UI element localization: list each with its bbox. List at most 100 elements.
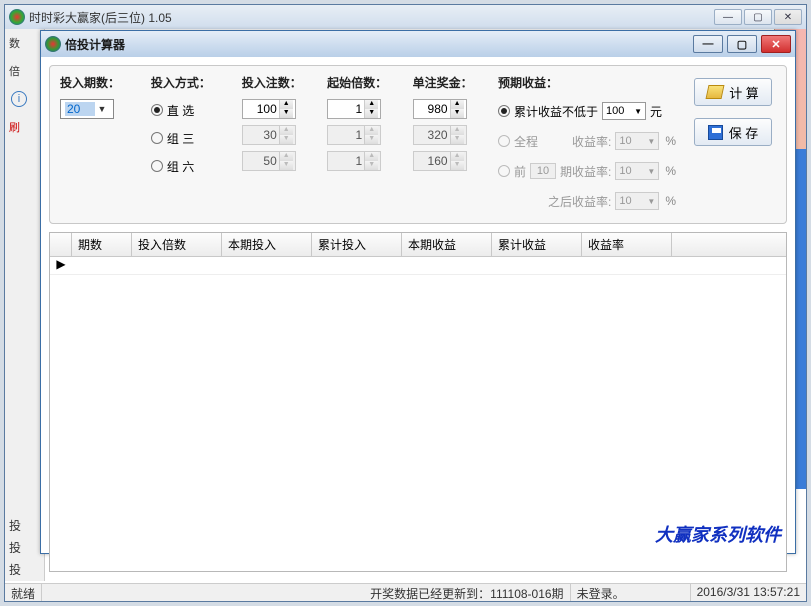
dialog-title: 倍投计算器 [65, 36, 693, 53]
below-item: 投 [9, 537, 21, 559]
dialog-minimize-button[interactable]: — [693, 35, 723, 53]
col-current-invest[interactable]: 本期投入 [222, 233, 312, 256]
radio-icon [498, 165, 510, 177]
calculator-dialog: 倍投计算器 — ▢ ✕ 投入期数： 20 ▼ 投入方式： 直 选 组 三 组 六 [40, 30, 796, 554]
method-zuliu[interactable]: 组 六 [151, 155, 224, 177]
spin-up-icon: ▲ [364, 126, 378, 135]
spin-up-icon: ▲ [450, 126, 464, 135]
footer-brand: 大赢家系列软件 [655, 521, 781, 547]
statusbar: 就绪 开奖数据已经更新到：111108-016期 未登录。 2016/3/31 … [5, 583, 806, 601]
main-titlebar: 时时彩大赢家(后三位) 1.05 — ▢ ✕ [5, 5, 806, 29]
col-yield-rate[interactable]: 收益率 [582, 233, 672, 256]
yield-col: 预期收益： 累计收益不低于 100▼ 元 全程 收益率: 10▼ % 前 [498, 74, 676, 213]
radio-icon [151, 160, 163, 172]
main-title: 时时彩大赢家(后三位) 1.05 [29, 9, 714, 26]
chevron-down-icon: ▼ [647, 197, 655, 206]
prize-zusan-spinner: ▲▼ [413, 125, 467, 145]
periods-col: 投入期数： 20 ▼ [60, 74, 133, 213]
periods-label: 投入期数： [60, 74, 133, 91]
main-minimize-button[interactable]: — [714, 9, 742, 25]
spin-up-icon: ▲ [279, 152, 293, 161]
settings-group: 投入期数： 20 ▼ 投入方式： 直 选 组 三 组 六 投入注数： ▲▼ ▲▼… [49, 65, 787, 224]
spin-down-icon: ▼ [364, 161, 378, 170]
left-item[interactable]: 倍 [5, 57, 44, 85]
radio-icon [151, 132, 163, 144]
bets-zhixuan-spinner[interactable]: ▲▼ [242, 99, 296, 119]
yield-opt3-n: 10 [530, 163, 556, 179]
startmul-col: 起始倍数： ▲▼ ▲▼ ▲▼ [327, 74, 394, 213]
col-total-profit[interactable]: 累计收益 [492, 233, 582, 256]
radio-icon [498, 105, 510, 117]
spin-up-icon: ▲ [450, 152, 464, 161]
col-multiplier[interactable]: 投入倍数 [132, 233, 222, 256]
yield-opt4: 之后收益率: 10▼ % [498, 189, 676, 213]
row-pointer-icon: ▶ [50, 257, 72, 274]
info-icon[interactable]: i [11, 91, 27, 107]
spin-up-icon[interactable]: ▲ [450, 100, 464, 109]
left-red[interactable]: 刷 [5, 113, 44, 141]
col-period[interactable]: 期数 [72, 233, 132, 256]
bets-zusan-spinner: ▲▼ [242, 125, 296, 145]
save-icon [708, 125, 723, 140]
dialog-close-button[interactable]: ✕ [761, 35, 791, 53]
radio-icon [151, 104, 163, 116]
yield-opt1-select[interactable]: 100▼ [602, 102, 646, 120]
radio-icon [498, 135, 510, 147]
main-maximize-button[interactable]: ▢ [744, 9, 772, 25]
prize-zhixuan-spinner[interactable]: ▲▼ [413, 99, 467, 119]
prize-label: 单注奖金： [413, 74, 473, 91]
spin-down-icon: ▼ [364, 135, 378, 144]
spin-down-icon: ▼ [450, 161, 464, 170]
method-zusan[interactable]: 组 三 [151, 127, 224, 149]
startmul-label: 起始倍数： [327, 74, 387, 91]
spin-down-icon: ▼ [450, 135, 464, 144]
spin-down-icon[interactable]: ▼ [279, 109, 293, 118]
prize-zuliu-spinner: ▲▼ [413, 151, 467, 171]
table-row[interactable]: ▶ [50, 257, 786, 275]
bets-col: 投入注数： ▲▼ ▲▼ ▲▼ [242, 74, 309, 213]
left-item[interactable]: 数 [5, 29, 44, 57]
startmul-zhixuan-spinner[interactable]: ▲▼ [327, 99, 381, 119]
startmul-zuliu-spinner: ▲▼ [327, 151, 381, 171]
yield-opt2-select: 10▼ [615, 132, 659, 150]
col-current-profit[interactable]: 本期收益 [402, 233, 492, 256]
app-icon [9, 9, 25, 25]
spin-up-icon[interactable]: ▲ [279, 100, 293, 109]
periods-value: 20 [65, 102, 95, 116]
below-left: 投 投 投 [9, 515, 21, 581]
spin-up-icon[interactable]: ▲ [364, 100, 378, 109]
spin-down-icon: ▼ [279, 161, 293, 170]
spin-down-icon[interactable]: ▼ [364, 109, 378, 118]
method-label: 投入方式： [151, 74, 224, 91]
method-col: 投入方式： 直 选 组 三 组 六 [151, 74, 224, 213]
col-total-invest[interactable]: 累计投入 [312, 233, 402, 256]
chevron-down-icon: ▼ [647, 167, 655, 176]
yield-opt3[interactable]: 前 10 期收益率: 10▼ % [498, 159, 676, 183]
calc-button[interactable]: 计 算 [694, 78, 772, 106]
left-pane: 数 倍 i 刷 [5, 29, 45, 581]
spin-down-icon: ▼ [279, 135, 293, 144]
method-zhixuan[interactable]: 直 选 [151, 99, 224, 121]
startmul-zusan-spinner: ▲▼ [327, 125, 381, 145]
chevron-down-icon: ▼ [647, 137, 655, 146]
yield-opt4-select: 10▼ [615, 192, 659, 210]
yield-opt3-select: 10▼ [615, 162, 659, 180]
row-header-stub [50, 233, 72, 256]
below-item: 投 [9, 559, 21, 581]
main-close-button[interactable]: ✕ [774, 9, 802, 25]
status-time: 2016/3/31 13:57:21 [691, 584, 806, 601]
yield-opt2[interactable]: 全程 收益率: 10▼ % [498, 129, 676, 153]
bets-label: 投入注数： [242, 74, 302, 91]
spin-down-icon[interactable]: ▼ [450, 109, 464, 118]
chevron-down-icon: ▼ [634, 107, 642, 116]
status-update: 开奖数据已经更新到：111108-016期 [364, 584, 570, 601]
save-button[interactable]: 保 存 [694, 118, 772, 146]
spin-up-icon: ▲ [279, 126, 293, 135]
calc-icon [706, 85, 725, 99]
dialog-maximize-button[interactable]: ▢ [727, 35, 757, 53]
dialog-icon [45, 36, 61, 52]
yield-opt1[interactable]: 累计收益不低于 100▼ 元 [498, 99, 676, 123]
bets-zuliu-spinner: ▲▼ [242, 151, 296, 171]
yield-label: 预期收益： [498, 74, 676, 91]
periods-select[interactable]: 20 ▼ [60, 99, 114, 119]
